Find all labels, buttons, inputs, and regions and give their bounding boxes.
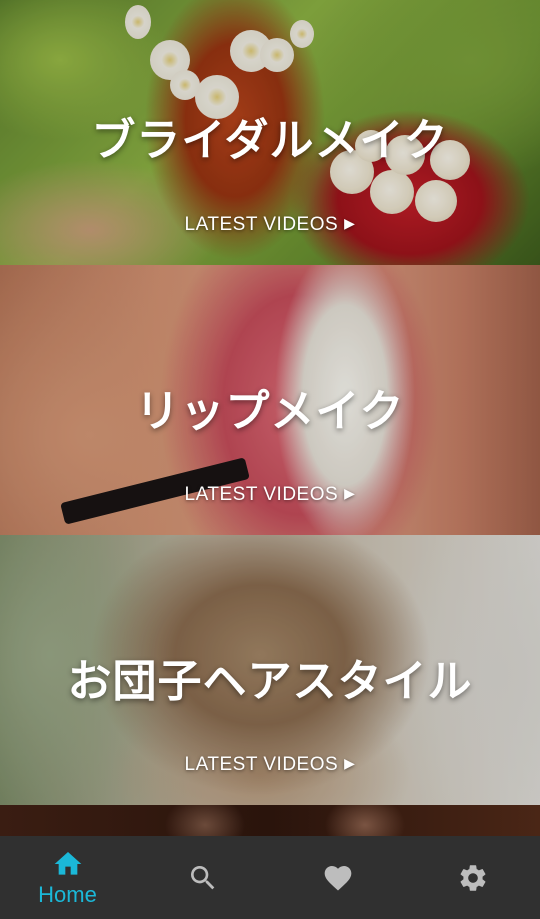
nav-home-label: Home	[38, 881, 97, 907]
heart-icon	[324, 865, 351, 890]
category-card-bun-hair[interactable]: お団子ヘアスタイル LATEST VIDEOS ▶	[0, 535, 540, 805]
nav-search[interactable]	[135, 836, 270, 919]
nav-favorites[interactable]	[270, 836, 405, 919]
search-icon	[190, 865, 214, 889]
card-title: お団子ヘアスタイル	[67, 656, 473, 707]
play-arrow-icon: ▶	[344, 755, 356, 771]
category-feed[interactable]: ブライダルメイク LATEST VIDEOS ▶ リップメイク LATEST VI…	[0, 0, 540, 836]
play-arrow-icon: ▶	[344, 215, 356, 231]
cta-label: LATEST VIDEOS	[184, 214, 339, 235]
latest-videos-link[interactable]: LATEST VIDEOS ▶	[0, 214, 540, 236]
card-title: リップメイク	[135, 386, 405, 437]
category-card-partial[interactable]	[0, 805, 540, 836]
gear-icon	[460, 864, 485, 891]
portrait-photo	[0, 805, 540, 836]
card-title: ブライダルメイク	[91, 115, 449, 166]
nav-settings[interactable]	[405, 836, 540, 919]
latest-videos-link[interactable]: LATEST VIDEOS ▶	[0, 754, 540, 776]
category-card-bridal[interactable]: ブライダルメイク LATEST VIDEOS ▶	[0, 0, 540, 265]
home-icon	[54, 851, 81, 875]
play-arrow-icon: ▶	[344, 485, 356, 501]
cta-label: LATEST VIDEOS	[184, 754, 339, 775]
cta-label: LATEST VIDEOS	[184, 484, 339, 505]
bottom-navigation: Home	[0, 836, 540, 919]
category-card-lip[interactable]: リップメイク LATEST VIDEOS ▶	[0, 265, 540, 535]
nav-home[interactable]: Home	[0, 836, 135, 919]
latest-videos-link[interactable]: LATEST VIDEOS ▶	[0, 484, 540, 506]
